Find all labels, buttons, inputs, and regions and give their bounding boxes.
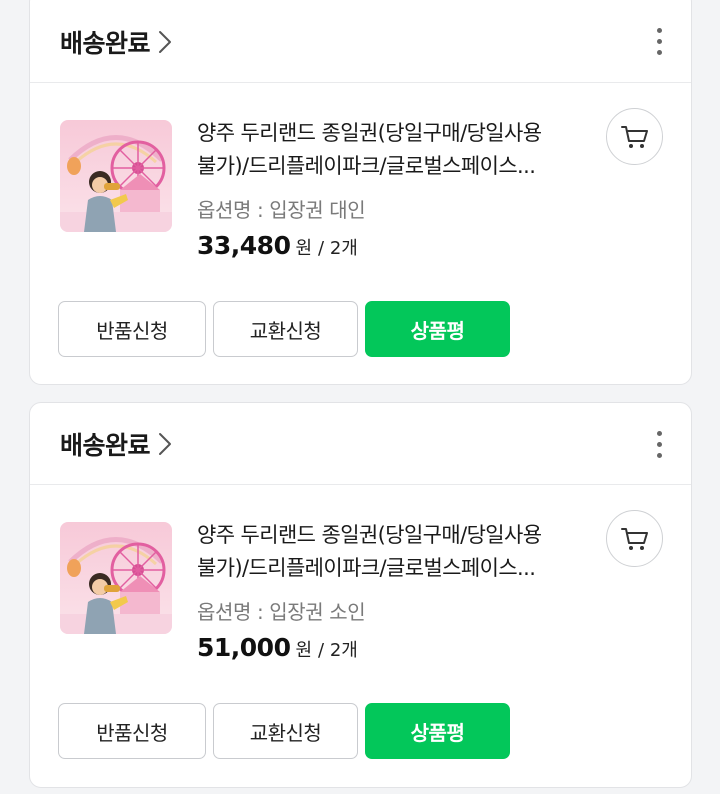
product-name-line-1: 양주 두리랜드 종일권(당일구매/당일사용 [197,121,542,145]
delivery-status-label: 배송완료 [60,28,151,58]
order-card: 배송완료 양주 두리랜드 종일권(당일구매/당일사용 불가)/드리플레이파크/글… [29,0,692,385]
delivery-status-label: 배송완료 [60,430,151,460]
delivery-status-link[interactable]: 배송완료 [60,24,172,60]
product-name-line-2: 불가)/드리플레이파크/글로벌스페이스... [197,556,536,580]
order-actions: 반품신청 교환신청 상품평 [58,703,510,759]
product-thumbnail[interactable] [60,120,172,232]
write-review-button[interactable]: 상품평 [365,301,510,357]
order-item: 양주 두리랜드 종일권(당일구매/당일사용 불가)/드리플레이파크/글로벌스페이… [30,485,691,781]
product-option: 옵션명 : 입장권 소인 [197,600,366,624]
write-review-button[interactable]: 상품평 [365,703,510,759]
product-price: 51,000 [197,633,291,662]
product-info: 양주 두리랜드 종일권(당일구매/당일사용 불가)/드리플레이파크/글로벌스페이… [197,519,597,662]
product-info: 양주 두리랜드 종일권(당일구매/당일사용 불가)/드리플레이파크/글로벌스페이… [197,117,597,260]
price-row: 33,480 원 / 2개 [197,231,597,260]
product-name[interactable]: 양주 두리랜드 종일권(당일구매/당일사용 불가)/드리플레이파크/글로벌스페이… [197,519,597,585]
add-to-cart-button[interactable] [606,108,663,165]
add-to-cart-button[interactable] [606,510,663,567]
chevron-right-icon [159,432,172,455]
product-quantity: / 2개 [318,640,358,661]
currency-unit: 원 [295,238,313,259]
exchange-request-button[interactable]: 교환신청 [213,703,358,759]
more-menu-icon[interactable] [649,24,669,58]
product-quantity: / 2개 [318,238,358,259]
order-actions: 반품신청 교환신청 상품평 [58,301,510,357]
chevron-right-icon [159,30,172,53]
product-name[interactable]: 양주 두리랜드 종일권(당일구매/당일사용 불가)/드리플레이파크/글로벌스페이… [197,117,597,183]
more-menu-icon[interactable] [649,427,669,461]
product-thumbnail[interactable] [60,522,172,634]
exchange-request-button[interactable]: 교환신청 [213,301,358,357]
order-card-header: 배송완료 [30,0,691,83]
product-name-line-1: 양주 두리랜드 종일권(당일구매/당일사용 [197,523,542,547]
order-card-header: 배송완료 [30,403,691,485]
shopping-cart-icon [620,125,648,148]
product-name-line-2: 불가)/드리플레이파크/글로벌스페이스... [197,154,536,178]
product-price: 33,480 [197,231,291,260]
price-row: 51,000 원 / 2개 [197,633,597,662]
order-card: 배송완료 양주 두리랜드 종일권(당일구매/당일사용 불가)/드리플레이파크/글… [29,402,692,788]
return-request-button[interactable]: 반품신청 [58,301,206,357]
return-request-button[interactable]: 반품신청 [58,703,206,759]
product-option: 옵션명 : 입장권 대인 [197,198,366,222]
shopping-cart-icon [620,527,648,550]
order-item: 양주 두리랜드 종일권(당일구매/당일사용 불가)/드리플레이파크/글로벌스페이… [30,83,691,379]
delivery-status-link[interactable]: 배송완료 [60,426,172,462]
currency-unit: 원 [295,640,313,661]
